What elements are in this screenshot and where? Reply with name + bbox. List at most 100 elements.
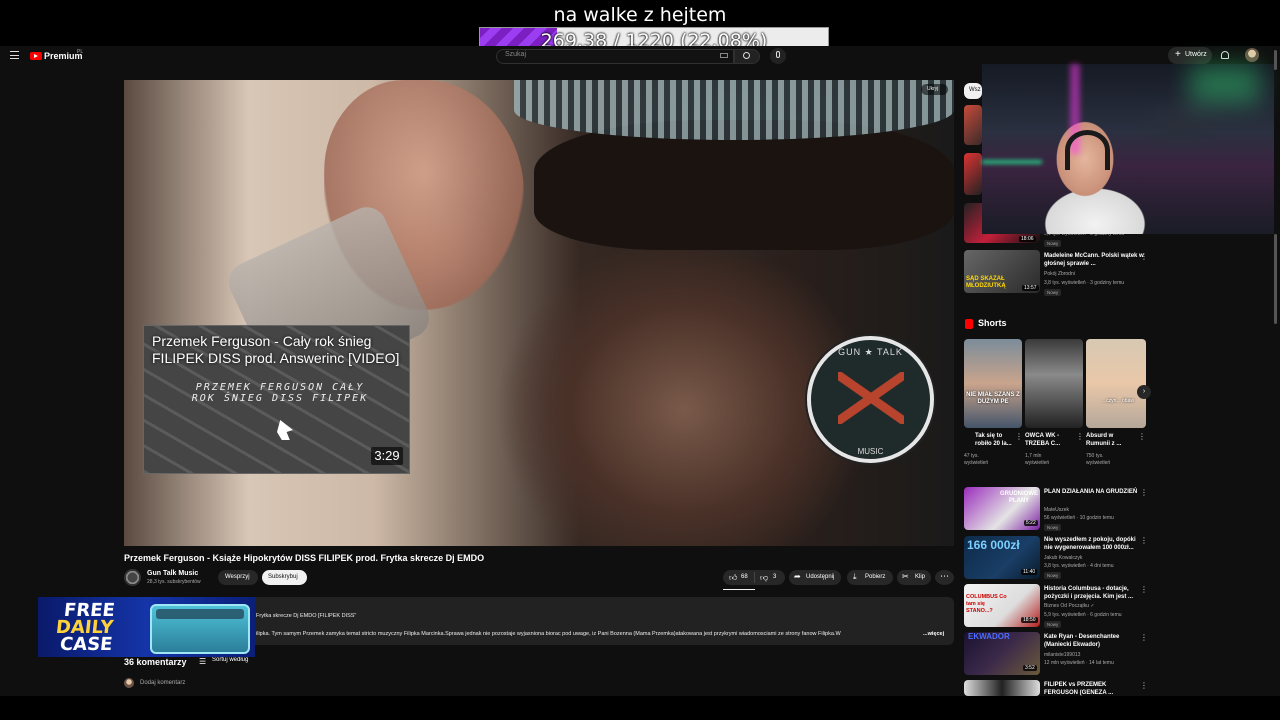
led-light xyxy=(982,160,1042,164)
description-line-1: Frytka skrecze Dj EMDO [FILIPEK DISS" xyxy=(256,613,357,619)
sort-icon[interactable]: ☰ xyxy=(199,657,206,666)
more-vert-icon[interactable]: ⋮ xyxy=(1015,432,1023,441)
thumbs-up-icon[interactable]: 👍︎ xyxy=(729,573,737,583)
channel-name[interactable]: Jakub Kowalczyk xyxy=(1044,555,1082,562)
description-line-2: ilipka. Tym samym Przemek zamyka temat s… xyxy=(256,631,841,637)
more-vert-icon[interactable]: ⋮ xyxy=(1076,432,1084,441)
video-meta: 3,8 tys. wyświetleń · 4 dni temu xyxy=(1044,563,1114,569)
country-code: PL xyxy=(77,49,84,55)
video-title-link[interactable]: Nie wyszedłem z pokoju, dopóki nie wygen… xyxy=(1044,536,1136,552)
more-vert-icon[interactable]: ⋮ xyxy=(1140,585,1148,594)
short-title[interactable]: Tak się to robiło 20 la... xyxy=(975,432,1017,448)
filter-chip-label[interactable]: Wsz xyxy=(969,87,981,93)
more-vert-icon[interactable]: ⋮ xyxy=(1140,681,1148,690)
end-card-title[interactable]: Przemek Ferguson - Cały rok śnieg FILIPE… xyxy=(152,333,402,367)
microphone-icon[interactable] xyxy=(776,51,780,58)
video-title: Przemek Ferguson - Książe Hipokrytów DIS… xyxy=(124,553,485,563)
new-badge: Nowy xyxy=(1044,572,1062,579)
notifications-bell-icon[interactable] xyxy=(1221,51,1229,59)
short-title[interactable]: Absurd w Rumunii z ... xyxy=(1086,432,1128,448)
more-horizontal-icon[interactable]: ⋯ xyxy=(940,571,949,582)
add-comment-input[interactable]: Dodaj komentarz xyxy=(140,680,185,686)
video-duration: 5:22 xyxy=(1024,520,1038,526)
short-title[interactable]: OWCA WK - TRZEBA C... xyxy=(1025,432,1067,448)
video-frame-crown xyxy=(514,80,954,140)
menu-icon[interactable] xyxy=(10,51,19,59)
scissors-icon[interactable]: ✂ xyxy=(902,572,909,581)
watermark-bottom-text: MUSIC xyxy=(857,447,884,456)
channel-name[interactable]: Biznes Od Początku ✓ xyxy=(1044,603,1095,610)
new-badge: Nowy xyxy=(1044,240,1062,247)
watermark-top-text: GUN ★ TALK xyxy=(838,347,903,357)
keyboard-icon[interactable] xyxy=(720,53,728,58)
create-button-label[interactable]: Utwórz xyxy=(1185,51,1207,58)
video-thumbnail[interactable] xyxy=(964,680,1040,696)
subscriber-count: 28,3 tys. subskrybentów xyxy=(147,579,201,585)
video-thumbnail[interactable] xyxy=(964,153,982,195)
plus-icon[interactable]: + xyxy=(1175,49,1181,60)
crossed-guns-icon xyxy=(838,372,904,424)
more-vert-icon[interactable]: ⋮ xyxy=(1140,536,1148,545)
video-title-link[interactable]: PLAN DZIAŁANIA NA GRUDZIEŃ xyxy=(1044,488,1144,496)
channel-name[interactable]: milaniste199013 xyxy=(1044,652,1080,659)
comments-count: 36 komentarzy xyxy=(124,657,187,667)
channel-avatar[interactable] xyxy=(124,569,141,586)
thumbs-down-icon[interactable]: 👎︎ xyxy=(760,573,768,583)
support-button-label[interactable]: Wesprzyj xyxy=(225,574,250,580)
share-button-label[interactable]: Udostępnij xyxy=(806,574,834,580)
new-badge: Nowy xyxy=(1044,621,1062,628)
clip-button-label[interactable]: Klip xyxy=(915,574,925,580)
video-duration: 13:57 xyxy=(1022,285,1039,291)
short-thumbnail[interactable] xyxy=(964,339,1022,428)
more-vert-icon[interactable]: ⋮ xyxy=(1140,633,1148,642)
video-duration: 11:40 xyxy=(1021,569,1038,575)
banner-case-text: CASE xyxy=(58,634,114,655)
video-thumbnail[interactable] xyxy=(964,105,982,145)
short-views: 750 tys. wyświetleń xyxy=(1086,453,1111,466)
video-title-link[interactable]: Historia Columbusa - dotacje, pożyczki i… xyxy=(1044,585,1136,601)
show-more-link[interactable]: ...więcej xyxy=(923,631,944,637)
video-duration: 3:52 xyxy=(1023,665,1037,671)
video-title-link[interactable]: Kate Ryan - Desenchantee (Maniecki Ekwad… xyxy=(1044,633,1136,649)
new-badge: Nowy xyxy=(1044,524,1062,531)
download-icon[interactable]: ⤓ xyxy=(853,572,857,582)
short-views: 1,7 mln wyświetleń xyxy=(1025,453,1050,466)
thumbnail-text: 166 000zł xyxy=(967,538,1020,552)
channel-name[interactable]: Gun Talk Music xyxy=(147,570,198,577)
like-ratio-bar xyxy=(723,589,755,590)
hide-button-label[interactable]: Ukryj xyxy=(927,86,938,92)
scrollbar-thumb[interactable] xyxy=(1274,50,1277,70)
account-avatar[interactable] xyxy=(1245,48,1259,62)
video-player[interactable] xyxy=(124,80,954,546)
video-duration: 18:06 xyxy=(1019,236,1036,242)
short-views: 47 tys. wyświetleń xyxy=(964,453,989,466)
youtube-logo-icon[interactable] xyxy=(30,52,42,60)
end-card-art-text: PRZEMEK FERGUSON CAŁY ROK ŚNIEG DISS FIL… xyxy=(191,382,369,404)
like-count[interactable]: 68 xyxy=(741,574,748,580)
shorts-next-button[interactable]: › xyxy=(1137,385,1151,399)
share-icon[interactable]: ➦ xyxy=(794,572,801,581)
subscribe-button-label[interactable]: Subskrybuj xyxy=(268,574,298,580)
sort-by-button[interactable]: Sortuj według xyxy=(212,657,248,663)
new-badge: Nowy xyxy=(1044,289,1062,296)
search-icon[interactable] xyxy=(743,52,750,59)
page-scrollbar[interactable] xyxy=(1273,50,1278,690)
video-duration: 18:50 xyxy=(1021,617,1038,623)
video-title-link[interactable]: Madeleine McCann. Polski wątek w głośnej… xyxy=(1044,252,1144,268)
search-input[interactable] xyxy=(496,49,734,64)
scrollbar-thumb[interactable] xyxy=(1274,234,1277,324)
short-thumbnail[interactable] xyxy=(1025,339,1083,428)
more-vert-icon[interactable]: ⋮ xyxy=(1140,252,1148,261)
short-thumbnail[interactable] xyxy=(1086,339,1146,428)
video-title-link[interactable]: FILIPEK vs PRZEMEK FERGUSON (GENEZA ... xyxy=(1044,681,1136,696)
video-meta: 56 wyświetleń · 10 godzin temu xyxy=(1044,515,1114,521)
case-chest-lid xyxy=(156,609,244,619)
channel-name[interactable]: Pokój Zbrodni xyxy=(1044,271,1075,278)
thumbnail-text: EKWADOR xyxy=(968,632,1010,641)
channel-name[interactable]: MateUszek xyxy=(1044,507,1069,514)
dislike-count[interactable]: 3 xyxy=(773,574,776,580)
more-vert-icon[interactable]: ⋮ xyxy=(1138,432,1146,441)
shorts-heading: Shorts xyxy=(978,318,1007,328)
download-button-label[interactable]: Pobierz xyxy=(865,574,885,580)
more-vert-icon[interactable]: ⋮ xyxy=(1140,488,1148,497)
